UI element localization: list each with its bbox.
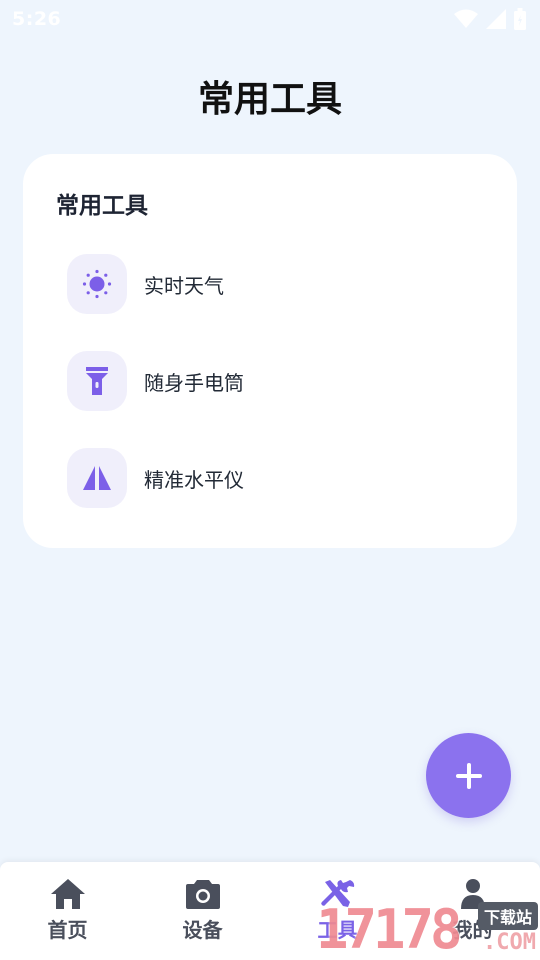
tool-icon-box xyxy=(67,254,127,314)
nav-item-home[interactable]: 首页 xyxy=(0,862,135,960)
nav-label: 设备 xyxy=(182,918,223,942)
nav-item-device[interactable]: 设备 xyxy=(135,862,270,960)
flashlight-icon xyxy=(86,367,108,395)
nav-label: 首页 xyxy=(47,918,88,942)
status-time: 5:26 xyxy=(12,8,62,30)
home-icon xyxy=(50,879,85,909)
tool-icon-box xyxy=(67,351,127,411)
status-bar: 5:26 xyxy=(0,0,540,38)
camera-icon xyxy=(185,880,220,909)
tool-item-weather[interactable]: 实时天气 xyxy=(67,254,487,314)
tool-item-flashlight[interactable]: 随身手电筒 xyxy=(67,351,487,411)
tool-label: 随身手电筒 xyxy=(144,370,244,395)
nav-item-tools[interactable]: 工具 xyxy=(270,862,405,960)
tools-icon xyxy=(320,880,354,907)
tool-item-level[interactable]: 精准水平仪 xyxy=(67,448,487,508)
tool-label: 实时天气 xyxy=(144,273,224,298)
tools-card: 常用工具 实时天气 随身手电筒 精准水平仪 xyxy=(23,154,517,548)
page-title: 常用工具 xyxy=(197,79,342,120)
sun-icon xyxy=(82,269,112,299)
card-title: 常用工具 xyxy=(56,193,148,219)
wifi-icon xyxy=(454,9,478,28)
plus-icon xyxy=(455,762,482,789)
signal-icon xyxy=(486,9,506,29)
nav-label: 我的 xyxy=(452,918,493,942)
level-icon xyxy=(83,466,111,490)
status-icons xyxy=(454,8,526,30)
add-button[interactable] xyxy=(426,733,511,818)
tool-label: 精准水平仪 xyxy=(144,467,244,492)
person-icon xyxy=(460,879,485,909)
nav-item-mine[interactable]: 我的 xyxy=(405,862,540,960)
tool-icon-box xyxy=(67,448,127,508)
bottom-nav: 首页 设备 工具 我的 xyxy=(0,862,540,960)
battery-icon xyxy=(514,8,526,30)
nav-label: 工具 xyxy=(317,918,358,942)
